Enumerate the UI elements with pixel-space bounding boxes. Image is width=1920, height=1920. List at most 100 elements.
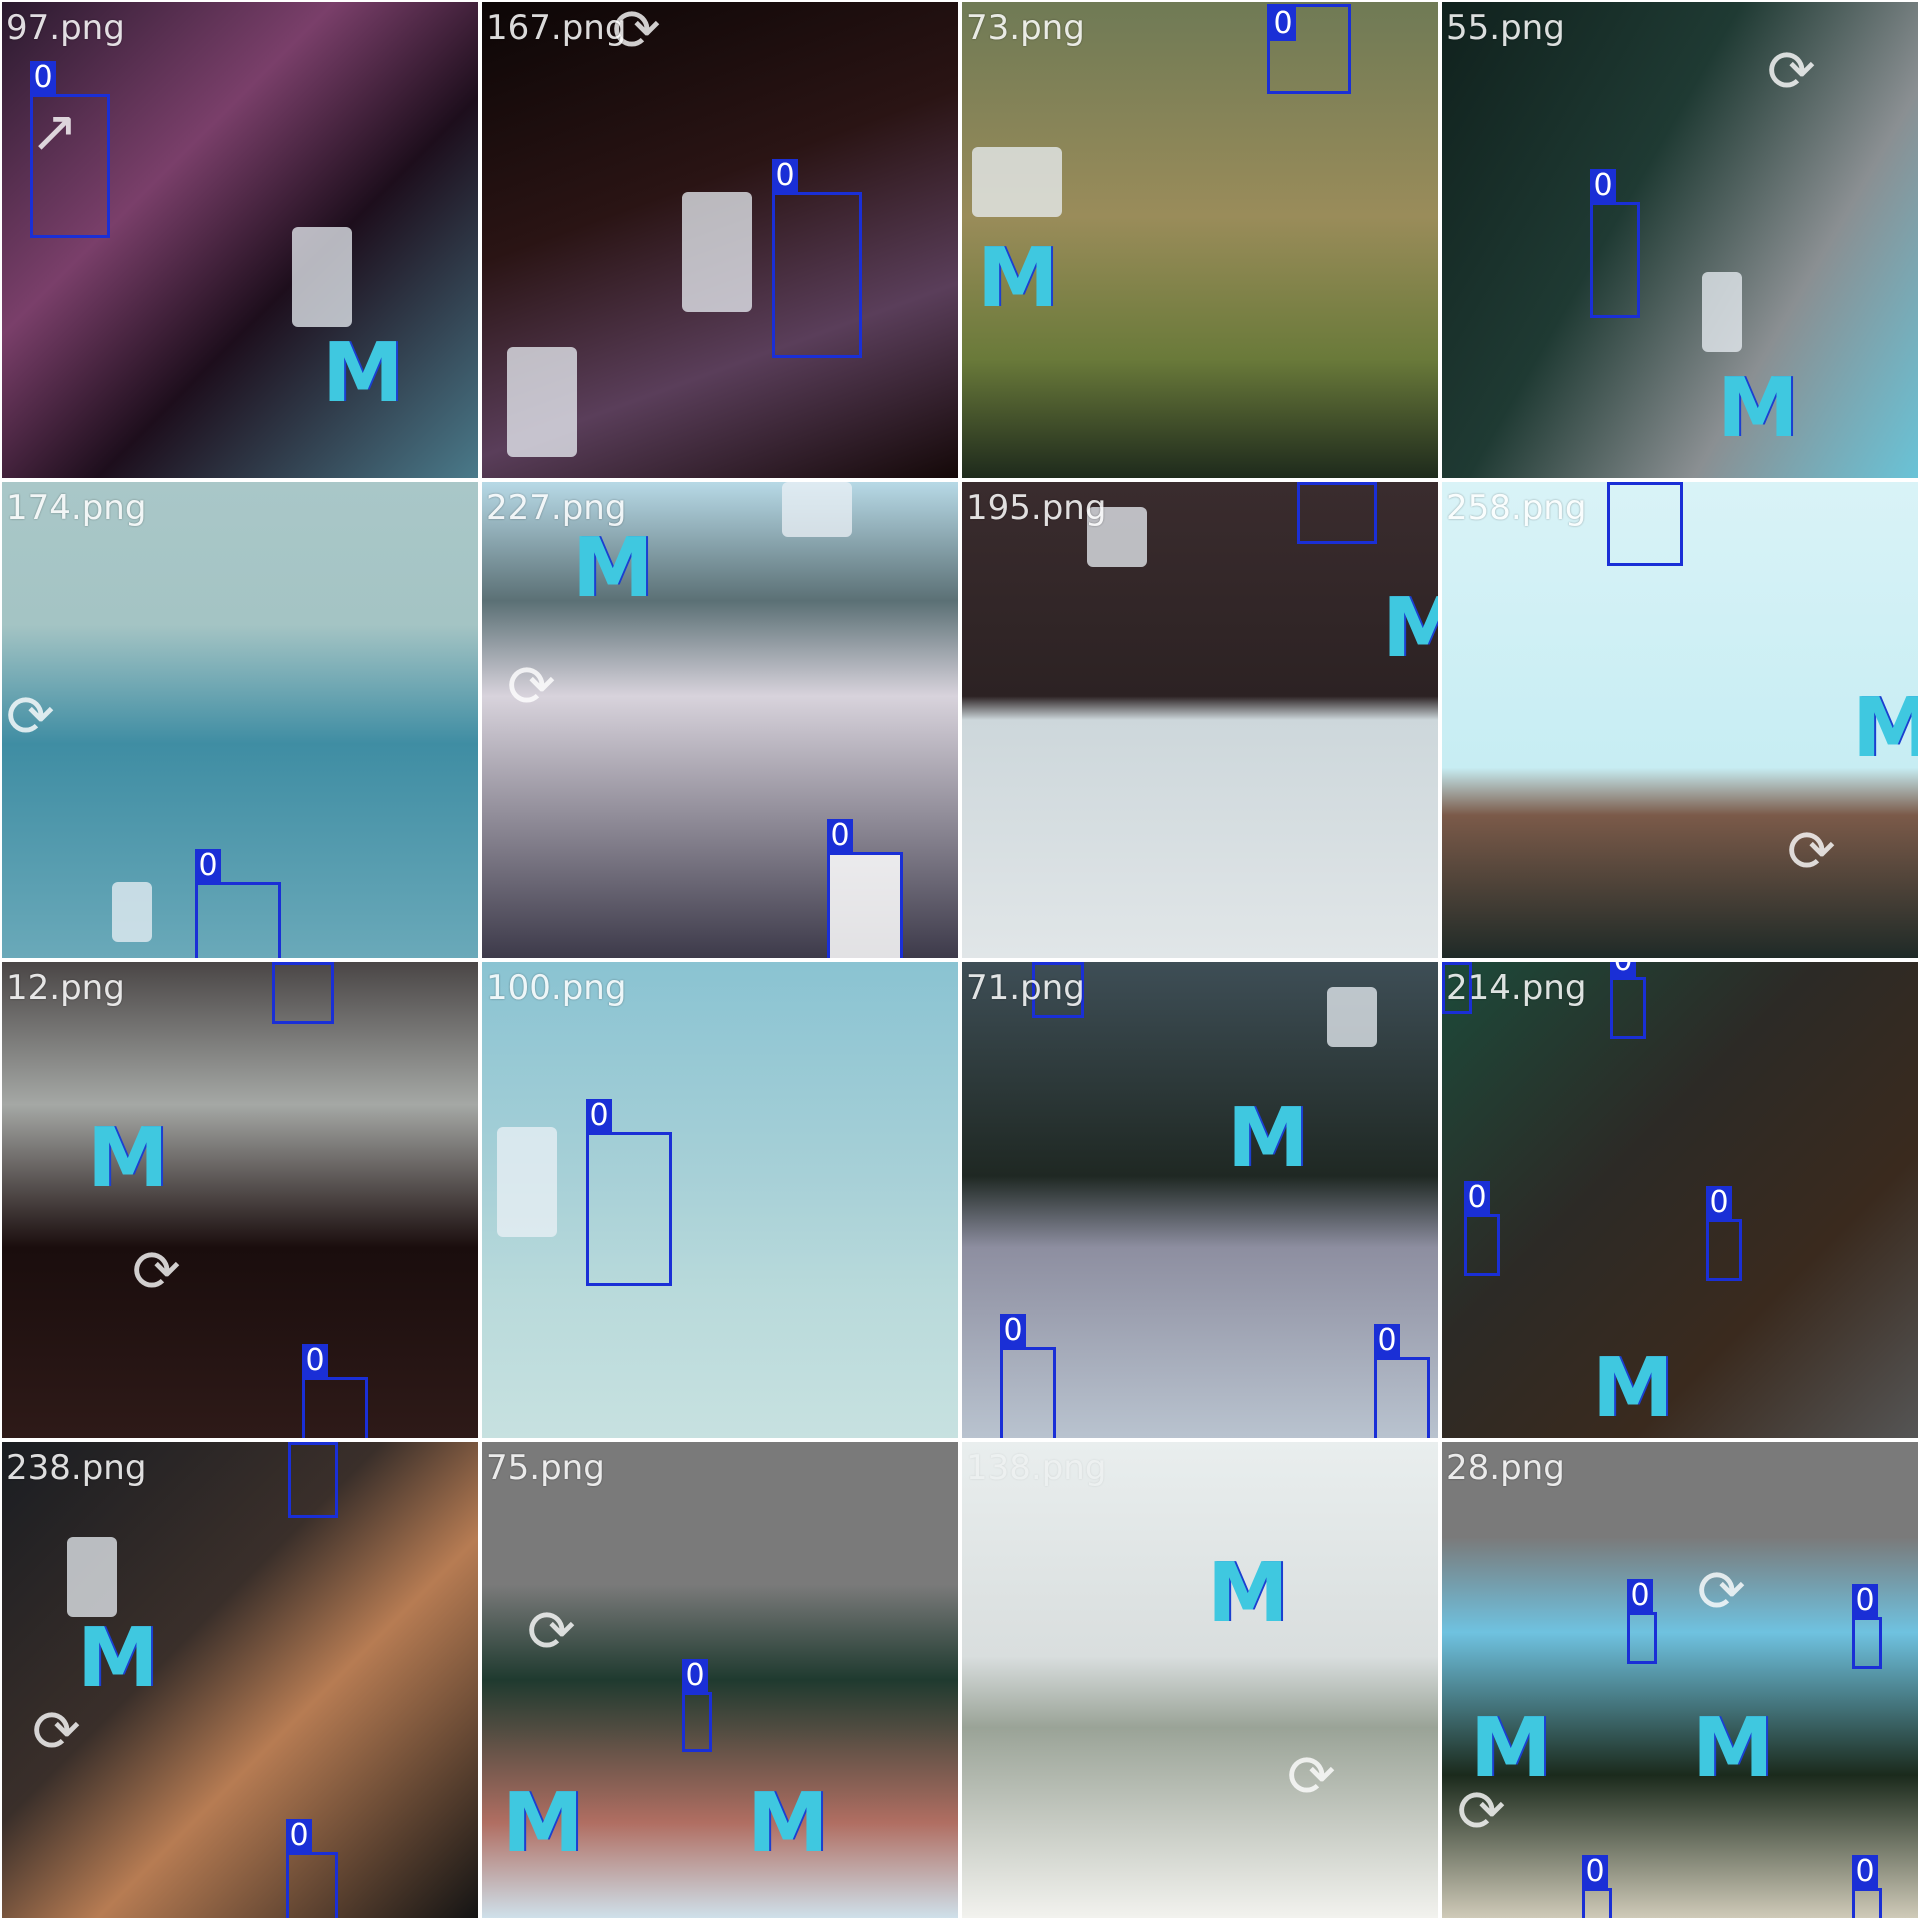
m-logo-icon: M: [1382, 587, 1438, 671]
m-logo-icon: M: [1227, 1091, 1309, 1186]
bounding-box: 0: [1374, 1324, 1430, 1438]
tile-filename: 71.png: [966, 968, 1085, 1008]
refresh-icon: ⟳: [32, 1697, 81, 1765]
watermark-shape: [67, 1537, 117, 1617]
bounding-box: 0: [1267, 4, 1351, 94]
bbox-class-label: 0: [772, 159, 798, 193]
bounding-box: 0: [586, 1099, 672, 1286]
tile-filename: 75.png: [486, 1448, 605, 1488]
tile-138: M ⟳ 138.png: [960, 1440, 1440, 1920]
tile-195: M 0 195.png: [960, 480, 1440, 960]
watermark-shape: [112, 882, 152, 942]
tile-filename: 258.png: [1446, 488, 1587, 528]
refresh-icon: ⟳: [1787, 817, 1836, 885]
watermark-shape: [782, 482, 852, 537]
tile-image: [962, 1442, 1438, 1918]
bounding-box: 0: [272, 962, 334, 1024]
bounding-box: 0: [1852, 1855, 1882, 1918]
bounding-box: 0: [1464, 1181, 1500, 1276]
m-logo-icon: M: [1852, 687, 1918, 771]
bbox-class-label: 0: [1442, 962, 1468, 963]
bbox-class-label: 0: [272, 962, 298, 963]
bbox-class-label: 0: [286, 1819, 312, 1853]
tile-174: ⟳ 0 174.png: [0, 480, 480, 960]
bounding-box: 0: [30, 61, 110, 238]
bounding-box: 0: [682, 1659, 712, 1752]
tile-filename: 167.png: [486, 8, 627, 48]
bbox-class-label: 0: [586, 1099, 612, 1133]
refresh-icon: ⟳: [132, 1237, 181, 1305]
bbox-class-label: 0: [1270, 7, 1296, 41]
tile-image: [2, 2, 478, 478]
bbox-class-label: 0: [1852, 1584, 1878, 1618]
tile-258: M ⟳ 0 258.png: [1440, 480, 1920, 960]
bounding-box: 0: [1590, 169, 1640, 318]
tile-filename: 138.png: [966, 1448, 1107, 1488]
tile-238: M ⟳ 0 0 238.png: [0, 1440, 480, 1920]
tile-filename: 100.png: [486, 968, 627, 1008]
bbox-class-label: 0: [682, 1659, 708, 1693]
bounding-box: 0: [1000, 1314, 1056, 1438]
bbox-class-label: 0: [1582, 1855, 1608, 1889]
bbox-class-label: 0: [1627, 1579, 1653, 1613]
bounding-box: 0: [1852, 1584, 1882, 1669]
tile-filename: 227.png: [486, 488, 627, 528]
bbox-class-label: 0: [1464, 1181, 1490, 1215]
refresh-icon: ⟳: [1767, 37, 1816, 105]
m-logo-icon: M: [977, 231, 1059, 326]
tile-75: ⟳ M M 0 75.png: [480, 1440, 960, 1920]
tile-55: ⟳ M 0 55.png: [1440, 0, 1920, 480]
refresh-icon: ⟳: [507, 652, 556, 720]
bbox-class-label: 0: [827, 819, 853, 853]
tile-image: [2, 1442, 478, 1918]
tile-filename: 174.png: [6, 488, 147, 528]
detection-mosaic: ↗ M 0 97.png ⟳ 0 167.png M 0 73.png ⟳ M …: [0, 0, 1920, 1920]
tile-filename: 238.png: [6, 1448, 147, 1488]
tile-filename: 214.png: [1446, 968, 1587, 1008]
tile-filename: 28.png: [1446, 1448, 1565, 1488]
m-logo-icon: M: [1207, 1546, 1289, 1641]
tile-73: M 0 73.png: [960, 0, 1440, 480]
m-logo-icon: M: [77, 1611, 159, 1706]
m-logo-icon: M: [1592, 1341, 1674, 1436]
bbox-class-label: 0: [1297, 482, 1323, 483]
tile-image: [962, 482, 1438, 958]
tile-97: ↗ M 0 97.png: [0, 0, 480, 480]
tile-image: [1442, 1442, 1918, 1918]
bounding-box: 0: [827, 819, 903, 958]
bbox-class-label: 0: [30, 61, 56, 95]
bounding-box: 0: [1582, 1855, 1612, 1918]
watermark-shape: [972, 147, 1062, 217]
tile-image: [1442, 962, 1918, 1438]
tile-28: M M ⟳ ⟳ 0 0 0 0 28.png: [1440, 1440, 1920, 1920]
refresh-icon: ⟳: [527, 1597, 576, 1665]
bounding-box: 0: [288, 1442, 338, 1518]
watermark-shape: [1702, 272, 1742, 352]
bbox-class-label: 0: [288, 1442, 314, 1443]
tile-214: M 0 0 0 0 214.png: [1440, 960, 1920, 1440]
bbox-class-label: 0: [1610, 962, 1636, 978]
bounding-box: 0: [1297, 482, 1377, 544]
bounding-box: 0: [195, 849, 281, 958]
m-logo-icon: M: [572, 521, 654, 616]
m-logo-icon: M: [747, 1776, 829, 1871]
bounding-box: 0: [1607, 482, 1683, 566]
m-logo-icon: M: [322, 326, 404, 421]
refresh-icon: ⟳: [6, 682, 55, 750]
bbox-class-label: 0: [1032, 962, 1058, 963]
bbox-class-label: 0: [1590, 169, 1616, 203]
bbox-class-label: 0: [1852, 1855, 1878, 1889]
bbox-class-label: 0: [1607, 482, 1633, 483]
bbox-class-label: 0: [195, 849, 221, 883]
m-logo-icon: M: [502, 1776, 584, 1871]
tile-filename: 73.png: [966, 8, 1085, 48]
bounding-box: 0: [1706, 1186, 1742, 1281]
tile-227: M ⟳ 0 227.png: [480, 480, 960, 960]
bounding-box: 0: [772, 159, 862, 358]
tile-filename: 55.png: [1446, 8, 1565, 48]
refresh-icon: ⟳: [1457, 1777, 1506, 1845]
bbox-class-label: 0: [302, 1344, 328, 1378]
tile-71: M 0 0 0 71.png: [960, 960, 1440, 1440]
m-logo-icon: M: [1692, 1701, 1774, 1796]
tile-100: 0 100.png: [480, 960, 960, 1440]
